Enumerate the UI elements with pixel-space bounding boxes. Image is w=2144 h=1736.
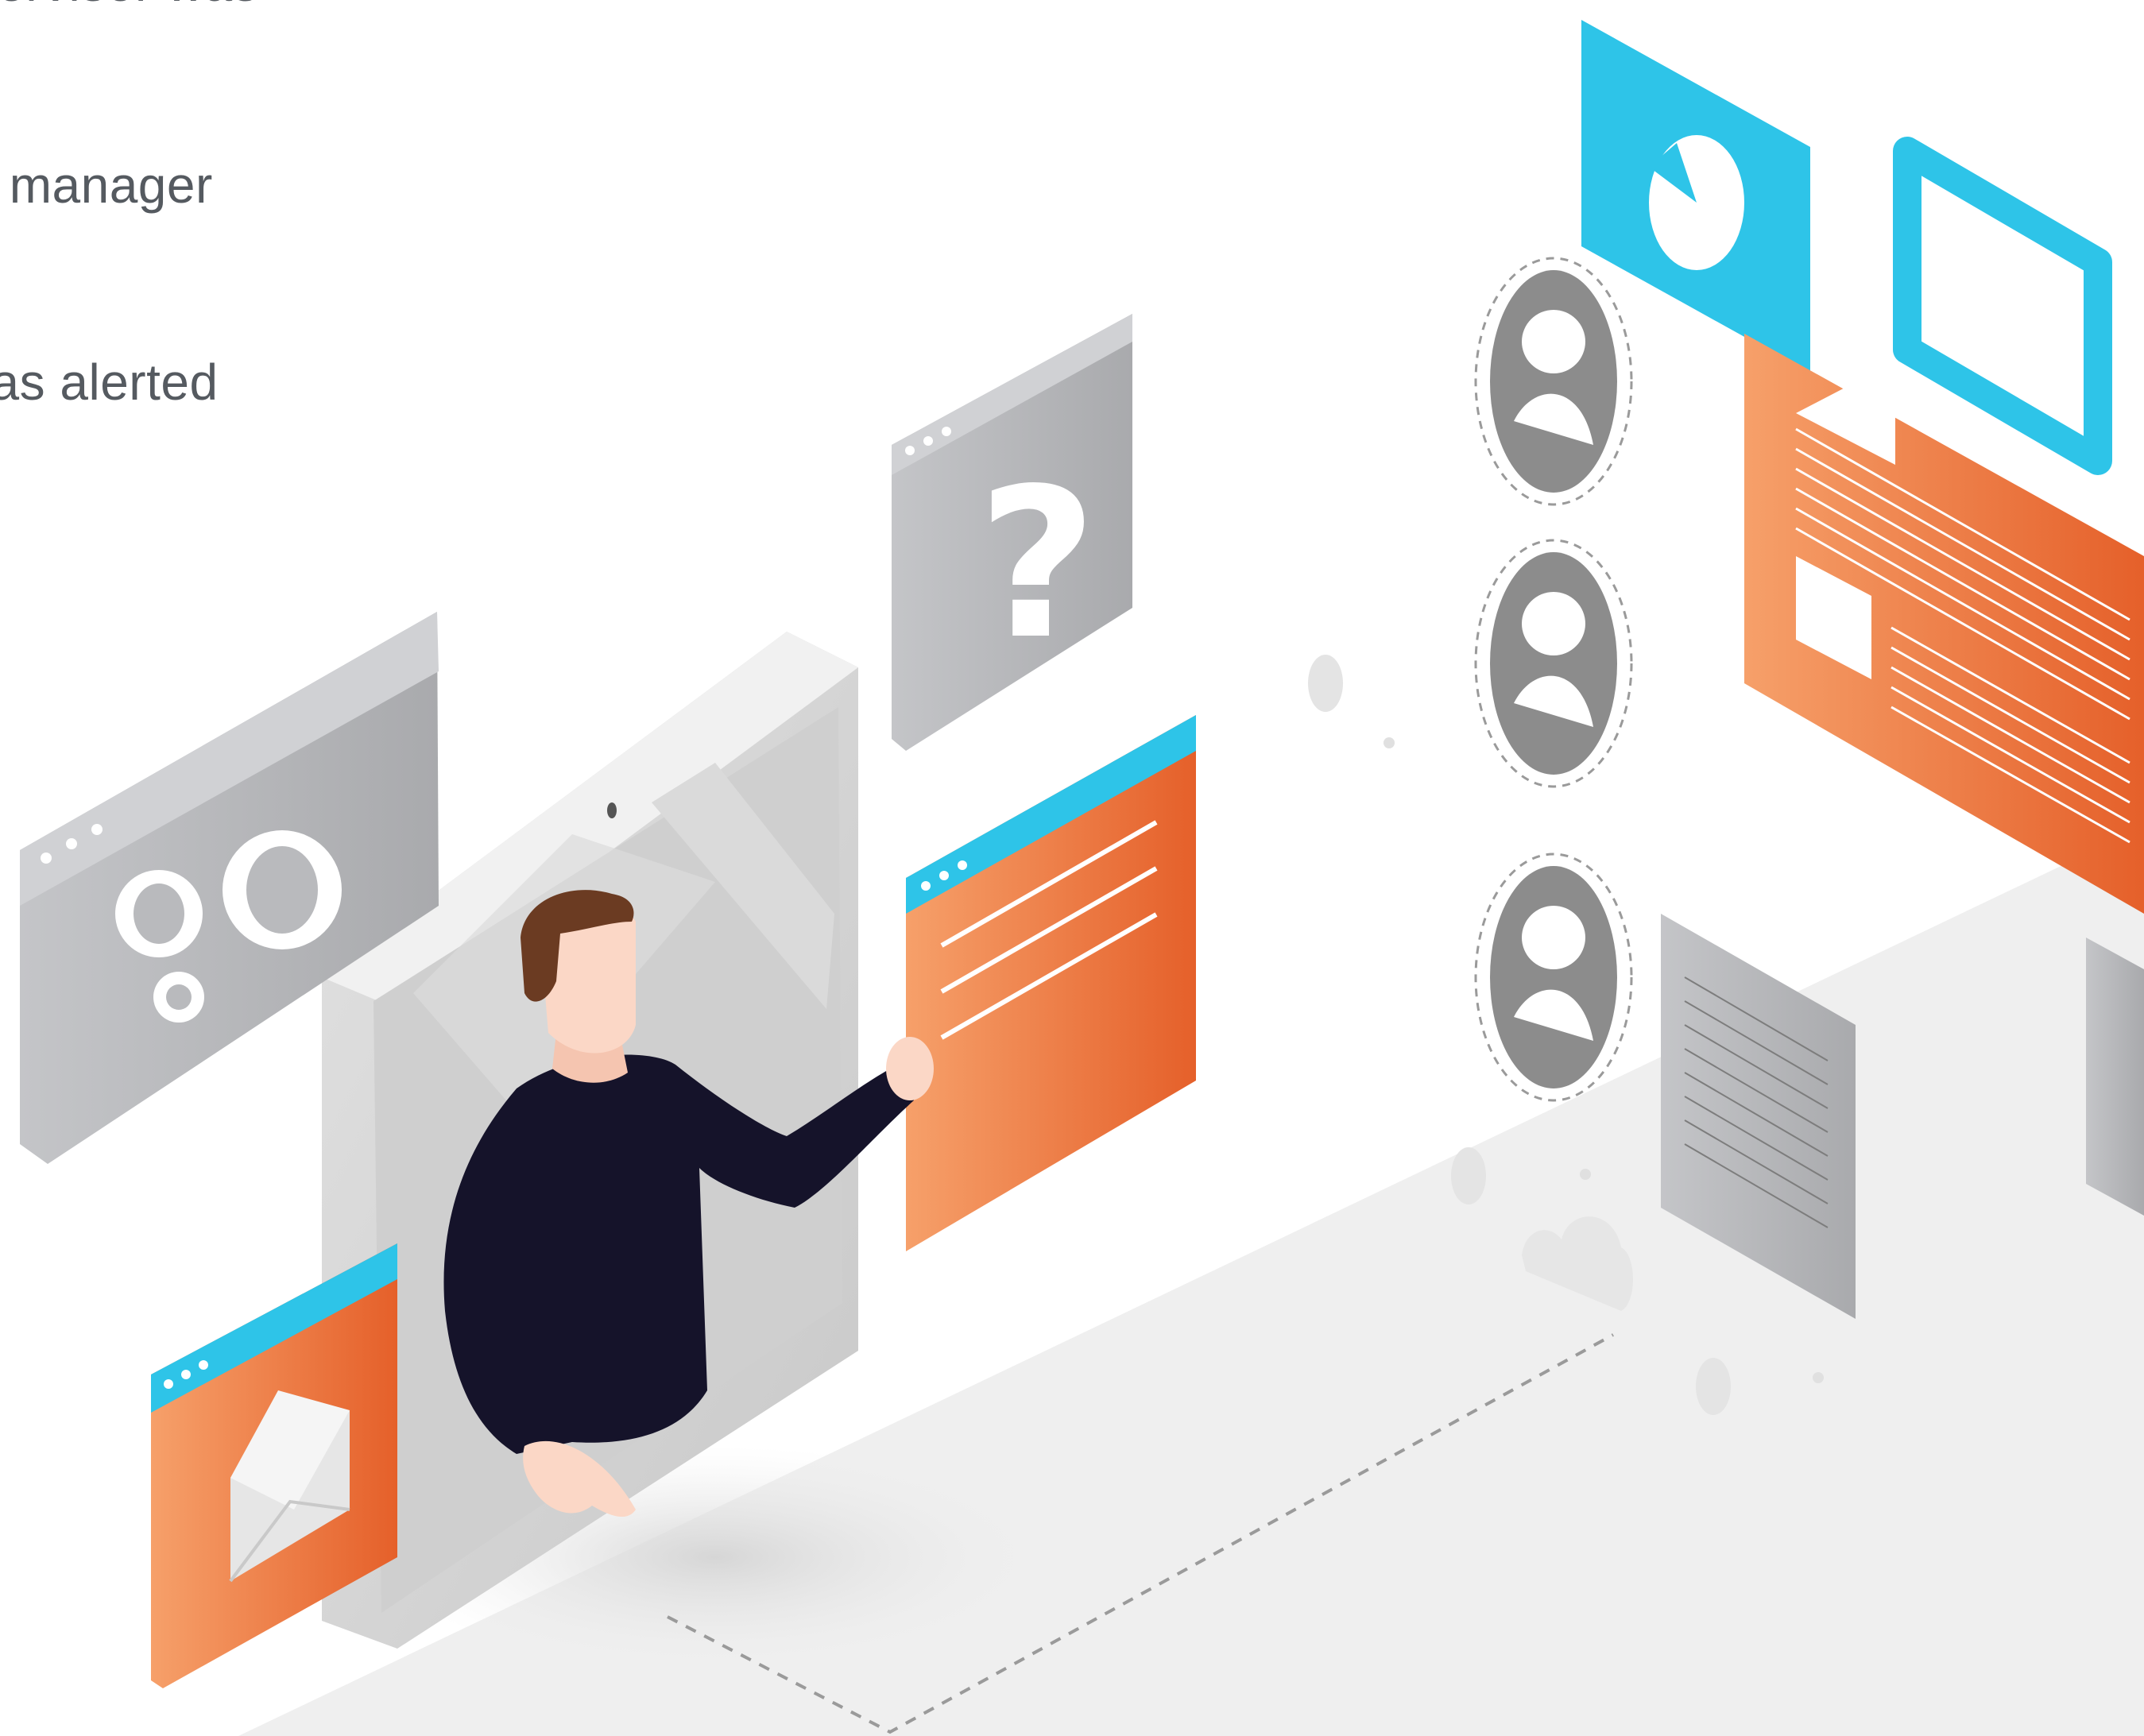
tablet-frame	[1893, 137, 2112, 475]
document-window	[906, 715, 1196, 1251]
partial-card	[2086, 938, 2144, 1216]
droplet	[1308, 655, 1343, 712]
help-window: ?	[892, 314, 1132, 751]
pie-chart-icon	[1649, 135, 1744, 270]
chart-card	[1581, 20, 1810, 373]
isometric-illustration: ?	[20, 20, 2144, 1736]
question-mark-icon: ?	[977, 445, 1097, 685]
avatar-column	[1474, 257, 1633, 1102]
user-avatar-icon	[1474, 853, 1633, 1102]
droplet	[1451, 1147, 1486, 1204]
user-avatar-icon	[1474, 257, 1633, 506]
droplet	[1696, 1358, 1731, 1415]
left-hand	[886, 1037, 934, 1100]
user-avatar-icon	[1474, 539, 1633, 788]
